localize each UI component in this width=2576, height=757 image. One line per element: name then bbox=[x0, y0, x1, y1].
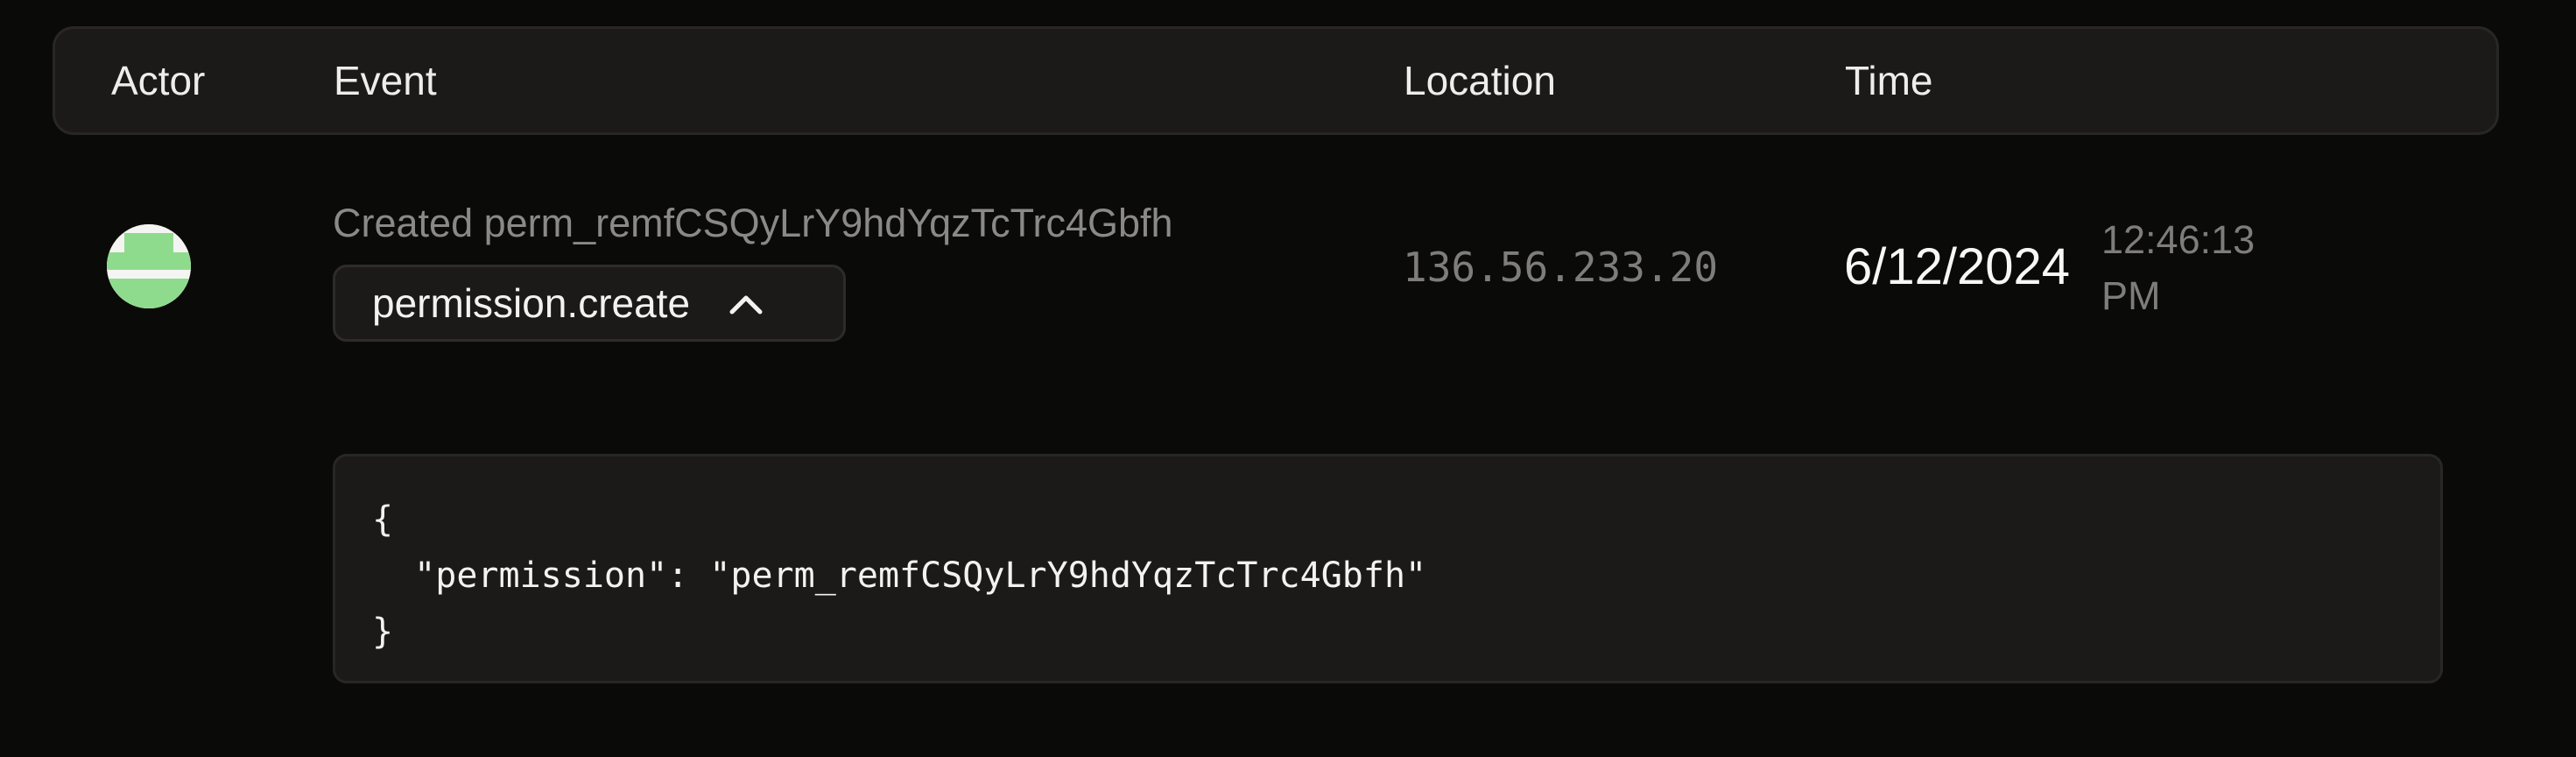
event-date: 6/12/2024 bbox=[1844, 238, 2071, 295]
column-header-location: Location bbox=[1404, 58, 1556, 103]
json-line: { bbox=[372, 499, 394, 540]
event-time-clock: 12:46:13 bbox=[2101, 217, 2256, 262]
event-time-meridiem: PM bbox=[2101, 273, 2161, 318]
table-header: Actor Event Location Time bbox=[53, 26, 2499, 135]
event-time: 12:46:13 PM bbox=[2101, 212, 2312, 324]
column-header-actor: Actor bbox=[111, 58, 206, 103]
user-avatar-icon bbox=[107, 224, 191, 308]
json-line: } bbox=[372, 612, 394, 652]
event-description: Created perm_remfCSQyLrY9hdYqzTcTrc4Gbfh bbox=[333, 201, 1173, 245]
location-ip: 136.56.233.20 bbox=[1403, 244, 1719, 291]
column-header-time: Time bbox=[1845, 58, 1933, 103]
event-type-toggle-button[interactable]: permission.create bbox=[333, 265, 846, 342]
chevron-up-icon bbox=[729, 295, 763, 315]
event-details-json: { "permission": "perm_remfCSQyLrY9hdYqzT… bbox=[333, 454, 2443, 683]
event-type-label: permission.create bbox=[372, 280, 691, 326]
json-line: "permission": "perm_remfCSQyLrY9hdYqzTcT… bbox=[372, 555, 1427, 596]
column-header-event: Event bbox=[334, 58, 437, 103]
